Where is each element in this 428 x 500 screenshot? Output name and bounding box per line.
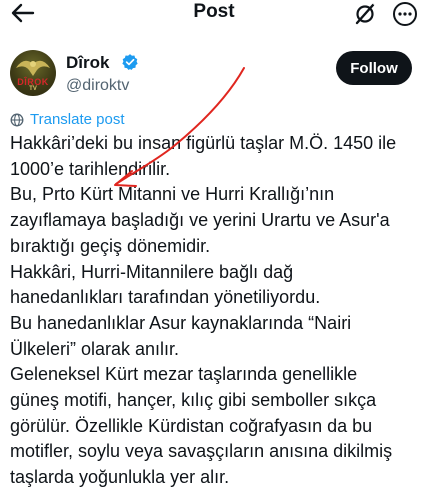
translate-globe-icon (10, 113, 24, 126)
more-options-button[interactable] (388, 0, 422, 28)
post-text-line: görülür. Özellikle Kürdistan coğrafyasın… (10, 415, 373, 436)
translate-post-label: Translate post (30, 111, 125, 128)
avatar-logo-subtext: TV (29, 86, 37, 92)
post-text-line: 1000’e tarihlendirilir. (10, 158, 171, 179)
post-text-line: Hakkâri, Hurri-Mitannilere bağlı dağ (10, 261, 294, 282)
post-text-line: bıraktığı geçiş dönemidir. (10, 235, 211, 256)
author-display-name[interactable]: Dîrok (66, 53, 109, 73)
post-text-line: taşlarda yoğunlukla yer alır. (10, 467, 230, 488)
author-row: DÎROK TV Dîrok @diroktv Follow (0, 38, 428, 106)
post-text-line: güneş motifi, hançer, kılıç gibi semboll… (10, 390, 377, 411)
translate-post-link[interactable]: Translate post (10, 111, 125, 128)
post-text-line: hanedanlıkları tarafından yönetiliyordu. (10, 287, 321, 308)
post-text-line: motifler, soylu veya savaşçıların anısın… (10, 441, 393, 462)
grok-icon (355, 2, 376, 25)
more-dots-icon (393, 2, 417, 26)
post-text: Hakkâri’deki bu insan figürlü taşlar M.Ö… (10, 131, 424, 491)
avatar[interactable]: DÎROK TV (10, 50, 56, 96)
verified-badge-icon (122, 54, 138, 71)
post-text-line: Bu hanedanlıklar Asur kaynaklarında “Nai… (10, 312, 352, 333)
post-text-line: Ülkeleri” olarak anılır. (10, 338, 180, 359)
top-bar: Post (0, 0, 428, 30)
follow-button[interactable]: Follow (336, 51, 412, 85)
post-text-line: Hakkâri’deki bu insan figürlü taşlar M.Ö… (10, 133, 397, 153)
post-text-line: zayıflamaya başladığı ve yerini Urartu v… (10, 210, 390, 231)
post-text-line: Bu, Prto Kürt Mitanni ve Hurri Krallığı’… (10, 184, 335, 205)
grok-button[interactable] (350, 0, 380, 28)
author-handle[interactable]: @diroktv (66, 77, 129, 95)
post-text-line: Geleneksel Kürt mezar taşlarında genelli… (10, 364, 358, 385)
